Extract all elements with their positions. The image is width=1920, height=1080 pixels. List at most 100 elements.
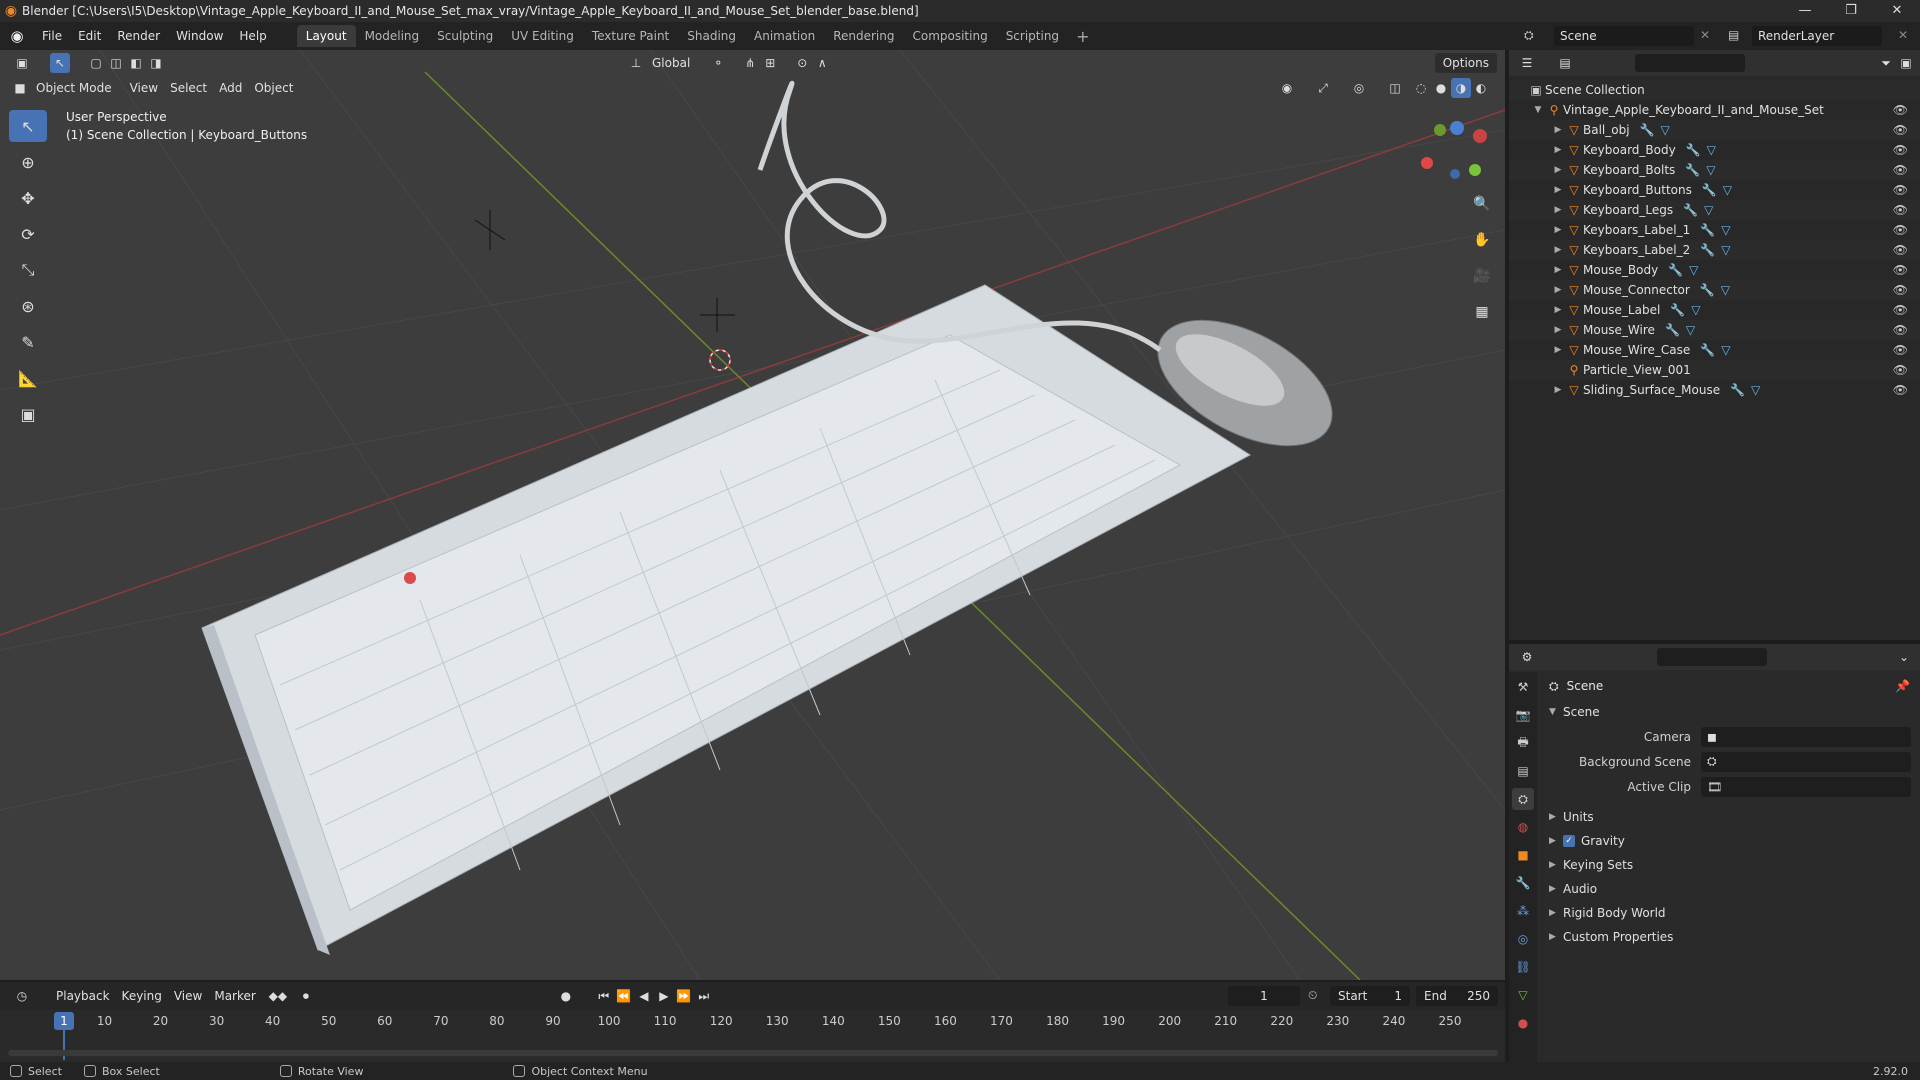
zoom-icon[interactable]: 🔍 [1468,190,1496,218]
view-layer-close-icon[interactable]: ✕ [1898,28,1908,42]
camera-view-icon[interactable]: 🎥 [1468,262,1496,290]
eye-icon[interactable]: 👁 [1893,343,1908,357]
record-icon[interactable]: ● [556,986,576,1006]
timeline-editor-icon[interactable]: ◷ [12,986,32,1006]
gizmo-toggle-icon[interactable]: ⤢ [1313,78,1333,98]
tab-sculpting[interactable]: Sculpting [428,25,502,47]
outliner-item-particle-view[interactable]: ⚲ Particle_View_001 👁 [1509,360,1920,380]
eye-icon[interactable]: 👁 [1893,183,1908,197]
custom-properties-section[interactable]: ▶ Custom Properties [1541,925,1920,949]
transform-orientation-dropdown[interactable]: Global [646,53,696,73]
audio-section[interactable]: ▶ Audio [1541,877,1920,901]
expand-arrow-icon[interactable]: ▶ [1551,385,1565,395]
view-layer-icon[interactable]: ▤ [1728,28,1739,42]
expand-arrow-icon[interactable]: ▶ [1551,185,1565,195]
world-tab-icon[interactable]: ◍ [1512,816,1534,838]
rotate-tool-icon[interactable]: ⟳ [9,218,47,250]
outliner-item-keyboard-label-2[interactable]: ▶ ▽ Keyboars_Label_2 🔧▽ 👁 [1509,240,1920,260]
clock-icon[interactable]: ⏲ [1308,988,1317,1003]
view-layer-tab-icon[interactable]: ▤ [1512,760,1534,782]
properties-options-icon[interactable]: ⌄ [1894,647,1914,667]
expand-arrow-icon[interactable]: ▶ [1551,265,1565,275]
outliner-item-keyboard-legs[interactable]: ▶ ▽ Keyboard_Legs 🔧▽ 👁 [1509,200,1920,220]
playhead[interactable]: 1 [54,1012,74,1030]
select-menu[interactable]: Select [164,78,213,98]
add-workspace-button[interactable]: + [1068,27,1097,46]
eye-icon[interactable]: 👁 [1893,223,1908,237]
outliner-item-sliding-surface[interactable]: ▶ ▽ Sliding_Surface_Mouse 🔧▽ 👁 [1509,380,1920,400]
keying-sets-section[interactable]: ▶ Keying Sets [1541,853,1920,877]
playback-menu[interactable]: Playback [50,986,116,1006]
filter-icon[interactable]: ⏷ [1876,53,1896,73]
visibility-icon[interactable]: ◉ [1277,78,1297,98]
background-scene-field[interactable]: ⛭ [1701,751,1911,772]
view-menu[interactable]: View [124,78,164,98]
tab-uv-editing[interactable]: UV Editing [502,25,583,47]
ortho-grid-icon[interactable]: ▦ [1468,298,1496,326]
camera-field[interactable]: ◼ [1701,726,1911,747]
overlays-icon[interactable]: ◎ [1349,78,1369,98]
tab-layout[interactable]: Layout [296,25,356,47]
pivot-icon[interactable]: ⚬ [708,53,728,73]
eye-icon[interactable]: 👁 [1893,123,1908,137]
maximize-button[interactable]: ❐ [1828,0,1874,22]
object-tab-icon[interactable]: ■ [1512,844,1534,866]
snap-target-icon[interactable]: ⊞ [760,53,780,73]
rigid-body-world-section[interactable]: ▶ Rigid Body World [1541,901,1920,925]
measure-tool-icon[interactable]: 📐 [9,362,47,394]
active-clip-field[interactable]: 🎞 [1701,776,1911,797]
material-shading-icon[interactable]: ◑ [1451,78,1471,98]
navigation-gizmo[interactable] [1421,121,1487,179]
minimize-button[interactable]: — [1782,0,1828,22]
expand-arrow-icon[interactable]: ▶ [1551,325,1565,335]
properties-search-input[interactable] [1657,648,1767,666]
expand-arrow-icon[interactable]: ▼ [1531,105,1545,115]
tab-shading[interactable]: Shading [678,25,745,47]
outliner-item-mouse-connector[interactable]: ▶ ▽ Mouse_Connector 🔧▽ 👁 [1509,280,1920,300]
constraints-tab-icon[interactable]: ⛓ [1512,956,1534,978]
select-subtract-icon[interactable]: ◧ [126,53,146,73]
tab-rendering[interactable]: Rendering [824,25,903,47]
wireframe-shading-icon[interactable]: ◌ [1411,78,1431,98]
outliner-item-mouse-body[interactable]: ▶ ▽ Mouse_Body 🔧▽ 👁 [1509,260,1920,280]
particles-tab-icon[interactable]: ⁂ [1512,900,1534,922]
expand-arrow-icon[interactable]: ▶ [1551,165,1565,175]
auto-key-icon[interactable]: ⏺ [296,986,316,1006]
pin-icon[interactable]: 📌 [1895,679,1910,693]
collection-row[interactable]: ▼ ⚲ Vintage_Apple_Keyboard_II_and_Mouse_… [1509,100,1920,120]
scene-tab-icon[interactable]: ⛭ [1512,788,1534,810]
expand-arrow-icon[interactable]: ▶ [1551,225,1565,235]
eye-icon[interactable]: 👁 [1893,383,1908,397]
editor-type-icon[interactable]: ▣ [12,53,32,73]
jump-end-icon[interactable]: ⏭ [694,986,714,1006]
move-tool-icon[interactable]: ✥ [9,182,47,214]
outliner-search-input[interactable] [1635,54,1745,72]
select-intersect-icon[interactable]: ◨ [146,53,166,73]
close-button[interactable]: ✕ [1874,0,1920,22]
end-frame-field[interactable]: End 250 [1416,986,1498,1006]
snap-icon[interactable]: ⋔ [740,53,760,73]
gravity-section[interactable]: ▶ ✓ Gravity [1541,829,1920,853]
eye-icon[interactable]: 👁 [1893,103,1908,117]
keyframe-icon[interactable]: ◆◆ [268,986,288,1006]
eye-icon[interactable]: 👁 [1893,163,1908,177]
menu-render[interactable]: Render [109,22,168,50]
outliner-item-ball[interactable]: ▶ ▽ Ball_obj 🔧▽ 👁 [1509,120,1920,140]
outliner-editor-icon[interactable]: ☰ [1517,53,1537,73]
eye-icon[interactable]: 👁 [1893,243,1908,257]
eye-icon[interactable]: 👁 [1893,143,1908,157]
outliner-item-keyboard-buttons[interactable]: ▶ ▽ Keyboard_Buttons 🔧▽ 👁 [1509,180,1920,200]
orientation-icon[interactable]: ⊥ [626,53,646,73]
select-new-icon[interactable]: ▢ [86,53,106,73]
gravity-checkbox[interactable]: ✓ [1563,835,1575,847]
pan-hand-icon[interactable]: ✋ [1468,226,1496,254]
jump-start-icon[interactable]: ⏮ [594,986,614,1006]
eye-icon[interactable]: 👁 [1893,323,1908,337]
display-mode-icon[interactable]: ▤ [1555,53,1575,73]
prev-keyframe-icon[interactable]: ⏪ [614,986,634,1006]
solid-shading-icon[interactable]: ● [1431,78,1451,98]
tab-compositing[interactable]: Compositing [903,25,996,47]
outliner-item-mouse-wire[interactable]: ▶ ▽ Mouse_Wire 🔧▽ 👁 [1509,320,1920,340]
eye-icon[interactable]: 👁 [1893,303,1908,317]
outliner-item-keyboard-label-1[interactable]: ▶ ▽ Keyboars_Label_1 🔧▽ 👁 [1509,220,1920,240]
